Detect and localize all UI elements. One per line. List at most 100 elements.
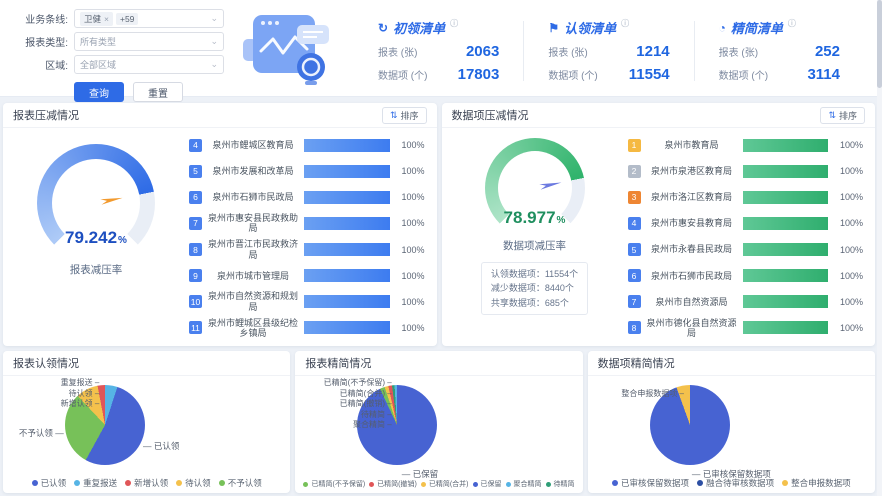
rank-bar-row: 9泉州市城市管理局100% [189, 263, 425, 289]
card-title: 精简清单 [731, 18, 783, 37]
legend-label: 已保留 [481, 479, 502, 489]
org-name: 泉州市自然资源和规划局 [207, 291, 299, 312]
legend-item[interactable]: 新增认领 [125, 477, 168, 489]
bar-percent-label: 100% [395, 271, 425, 281]
bar-fill [743, 139, 829, 152]
bar-percent-label: 100% [395, 245, 425, 255]
gauge-stat-line: 认领数据项：11554个 [491, 267, 578, 281]
query-button[interactable]: 查询 [74, 82, 124, 102]
bar-track [304, 269, 390, 282]
legend-item[interactable]: 不予认领 [219, 477, 262, 489]
sort-button[interactable]: ⇅ 排序 [820, 107, 865, 124]
bar-percent-label: 100% [833, 271, 863, 281]
legend-dot [506, 482, 511, 487]
bar-percent-label: 100% [395, 140, 425, 150]
legend-item[interactable]: 重复报送 [74, 477, 117, 489]
sort-button[interactable]: ⇅ 排序 [382, 107, 427, 124]
card-metric-value: 1214 [636, 43, 669, 60]
legend-item[interactable]: 待认领 [176, 477, 211, 489]
org-name: 泉州市发展和改革局 [207, 166, 299, 176]
bar-track [304, 139, 390, 152]
panel-title: 数据项压减情况 [452, 107, 529, 123]
bar-fill [743, 321, 829, 334]
rank-badge: 10 [189, 295, 202, 308]
pie-callout-labels: 整合申报数据项 – [621, 389, 684, 400]
bar-track [743, 295, 829, 308]
sort-icon: ⇅ [828, 110, 836, 121]
bar-fill [743, 243, 829, 256]
bar-percent-label: 100% [395, 192, 425, 202]
pie-slice-label: — 已保留 [402, 468, 438, 480]
rank-badge: 5 [628, 243, 641, 256]
panel-dataitem-simplify-pie: 数据项精简情况 已审核保留数据项融合待审核数据项整合申报数据项 — 已审核保留数… [588, 351, 875, 493]
chevron-down-icon: ⌄ [210, 37, 218, 46]
panel-report-reduction: 报表压减情况 ⇅ 排序 79.242% 报表减压率 4泉州市鲤城区教育局100%… [3, 103, 437, 346]
legend-label: 待认领 [185, 477, 211, 489]
bar-percent-label: 100% [833, 140, 863, 150]
legend-item[interactable]: 待精简 [546, 479, 575, 489]
bar-percent-label: 100% [833, 323, 863, 333]
card-metric-value: 17803 [458, 66, 500, 83]
business-line-select[interactable]: 卫健 × +59 ⌄ [74, 9, 224, 28]
info-icon[interactable]: ⓘ [450, 18, 458, 29]
bar-percent-label: 100% [833, 192, 863, 202]
report-type-label: 报表类型: [16, 34, 68, 49]
rank-badge: 4 [189, 139, 202, 152]
rank-bar-row: 7泉州市惠安县民政救助局100% [189, 210, 425, 236]
info-icon[interactable]: ⓘ [788, 18, 796, 29]
legend-item[interactable]: 已认领 [32, 477, 67, 489]
rank-bar-row: 4 泉州市鲤城区教育局 100% [189, 132, 425, 158]
bar-percent-label: 100% [395, 297, 425, 307]
region-select[interactable]: 全部区域 ⌄ [74, 55, 224, 74]
org-name: 泉州市鲤城区县级纪检乡镇局 [207, 318, 299, 339]
report-type-value: 所有类型 [80, 35, 116, 48]
page-scrollbar[interactable] [877, 0, 882, 496]
legend-item[interactable]: 整合申报数据项 [782, 477, 851, 489]
info-icon[interactable]: ⓘ [621, 18, 629, 29]
report-claim-pie: 已认领重复报送新增认领待认领不予认领 — 已认领不予认领 —重复报送 –待认领 … [3, 376, 290, 492]
legend-dot [369, 482, 374, 487]
bar-track [743, 191, 829, 204]
pie-legend: 已认领 重复报送新增认领 待认领不予认领 [3, 477, 290, 489]
legend-item[interactable]: 聚合精简 [506, 479, 542, 489]
legend-dot [612, 480, 618, 486]
rank-bar-row: 6泉州市石狮市民政局100% [189, 184, 425, 210]
legend-item[interactable]: 已精简(撤销) [369, 479, 417, 489]
bar-fill [304, 165, 390, 178]
legend-item[interactable]: 已审核保留数据项 [612, 477, 689, 489]
chevron-down-icon: ⌄ [210, 60, 218, 69]
rank-badge: 8 [189, 243, 202, 256]
bar-fill [743, 295, 829, 308]
bar-fill [743, 217, 829, 230]
report-simplify-pie: 已精简(不予保留)已精简(撤销)已精简(合并)已保留聚合精简待精简 — 已保留已… [295, 376, 582, 492]
legend-label: 重复报送 [83, 477, 117, 489]
bar-fill [743, 191, 829, 204]
chevron-down-icon: ⌄ [210, 14, 218, 23]
legend-item[interactable]: 已保留 [473, 479, 502, 489]
rank-bar-row: 10 泉州市自然资源和规划局 100% [189, 289, 425, 315]
org-name: 泉州市石狮市民政局 [207, 192, 299, 202]
bar-fill [743, 165, 829, 178]
card-metric-label: 数据项 (个) [719, 67, 768, 82]
card-metric-value: 2063 [466, 43, 499, 60]
rank-badge: 7 [628, 295, 641, 308]
bar-percent-label: 100% [833, 297, 863, 307]
org-name: 泉州市洛江区教育局 [646, 192, 738, 202]
pie-slice-label: 不予认领 — [19, 427, 64, 439]
org-name: 泉州市鲤城区教育局 [207, 140, 299, 150]
scrollbar-thumb[interactable] [877, 0, 882, 88]
filter-form: 业务条线: 卫健 × +59 ⌄ 报表类型: 所有类型 ⌄ 区域: [16, 9, 224, 90]
reset-button[interactable]: 重置 [133, 82, 183, 102]
dashboard-page: 业务条线: 卫健 × +59 ⌄ 报表类型: 所有类型 ⌄ 区域: [0, 0, 882, 496]
rank-bar-row: 7泉州市自然资源局100% [628, 289, 864, 315]
report-illustration-graphic [233, 9, 337, 91]
tag-remove-icon[interactable]: × [104, 14, 109, 24]
legend-item[interactable]: 已精简(不予保留) [303, 479, 365, 489]
report-type-select[interactable]: 所有类型 ⌄ [74, 32, 224, 51]
bar-track [304, 217, 390, 230]
panel-report-simplify-pie: 报表精简情况 已精简(不予保留)已精简(撤销)已精简(合并)已保留聚合精简待精简… [295, 351, 582, 493]
card-metric-label: 报表 (张) [719, 44, 758, 59]
legend-item[interactable]: 已精简(合并) [421, 479, 469, 489]
report-reduction-gauge: 79.242% 报表减压率 [3, 128, 189, 345]
bar-track [743, 321, 829, 334]
